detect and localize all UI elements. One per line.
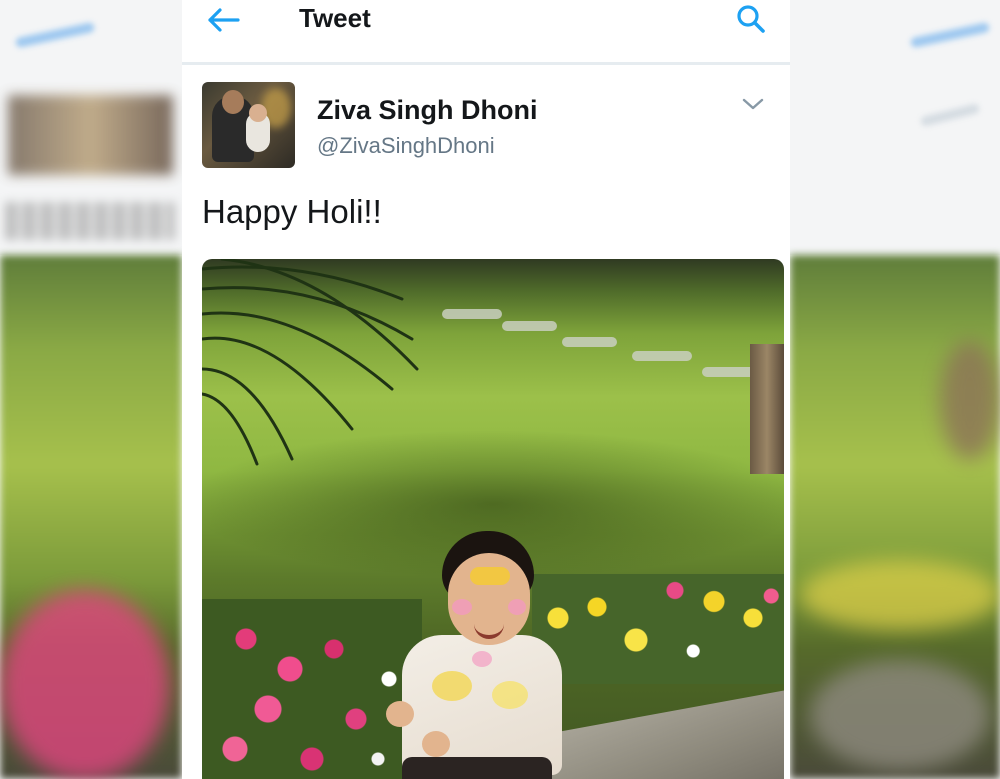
blurred-tree [940, 340, 1000, 460]
search-icon[interactable] [734, 4, 770, 34]
child-figure [386, 531, 562, 779]
garden-path-stone [702, 367, 757, 377]
author-handle[interactable]: @ZivaSinghDhoni [317, 133, 495, 159]
yellow-flowers [532, 574, 784, 684]
blurred-header-band [790, 0, 1000, 255]
blurred-background-right [790, 0, 1000, 779]
blurred-text [5, 202, 175, 240]
garden-path-stone [442, 309, 502, 319]
top-bar: Tweet [182, 0, 790, 65]
blurred-stones [810, 660, 990, 770]
garden-border-stones [552, 689, 784, 779]
palm-leaves [202, 259, 419, 466]
tree-trunk [750, 344, 784, 474]
blurred-flowers [0, 590, 170, 779]
garden-path-stone [502, 321, 557, 331]
tweet-photo[interactable] [202, 259, 784, 779]
tweet-text: Happy Holi!! [202, 193, 382, 230]
blurred-background-left [0, 0, 182, 779]
avatar[interactable] [202, 82, 295, 168]
pink-flowers [202, 599, 422, 779]
arrow-left-icon[interactable] [206, 6, 240, 34]
garden-path-stone [562, 337, 617, 347]
tweet-view: Tweet Ziva Singh Dhoni @ZivaSinghDhoni H… [182, 0, 790, 779]
blurred-flowers [800, 560, 1000, 630]
page-title: Tweet [299, 3, 371, 33]
author-name[interactable]: Ziva Singh Dhoni [317, 95, 538, 126]
garden-path-stone [632, 351, 692, 361]
blurred-avatar [8, 95, 173, 175]
chevron-down-icon[interactable] [742, 96, 764, 112]
